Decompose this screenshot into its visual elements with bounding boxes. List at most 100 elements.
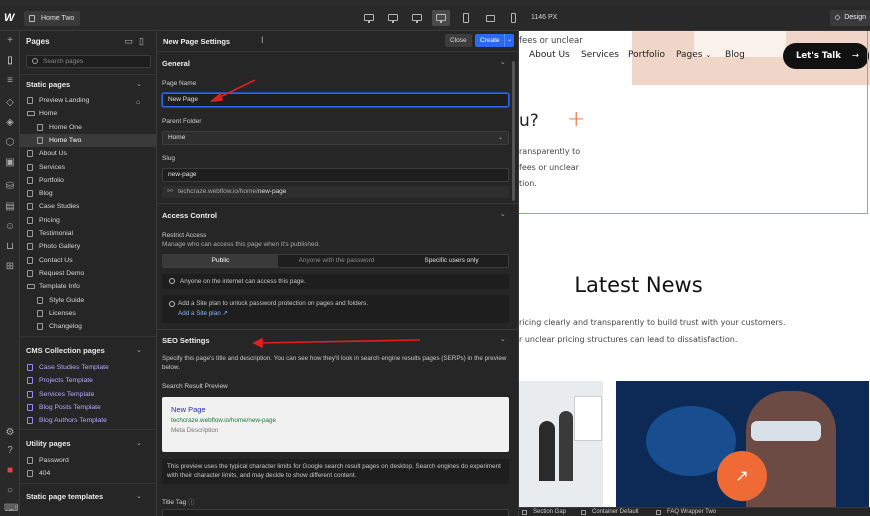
access-control-header[interactable]: Access Control — [162, 211, 217, 220]
cart-icon[interactable]: ⊔ — [4, 241, 16, 253]
seo-settings-header[interactable]: SEO Settings — [162, 336, 210, 345]
webflow-logo-icon[interactable]: W — [4, 11, 18, 25]
page-icon — [37, 309, 43, 317]
access-option-public[interactable]: Public — [163, 255, 278, 267]
utility-pages-header[interactable]: Utility pages ⌄ — [26, 439, 142, 448]
canvas-width-readout: 1146 PX — [531, 14, 558, 21]
page-name-input[interactable]: New Page — [161, 92, 510, 108]
chevron-down-icon[interactable]: ⌄ — [500, 335, 506, 343]
add-elements-icon[interactable]: + — [4, 35, 16, 47]
breakpoint-mobile-button[interactable] — [505, 10, 523, 26]
chevron-down-icon[interactable]: ⌄ — [500, 210, 506, 218]
components-icon[interactable]: ◇ — [4, 97, 16, 109]
search-icon[interactable]: ○ — [4, 485, 16, 497]
keyboard-icon[interactable]: ⌨ — [4, 503, 18, 515]
breakpoint-desktop-medium-button[interactable] — [384, 10, 402, 26]
help-icon[interactable]: ? — [4, 445, 16, 457]
breadcrumb-container-default[interactable]: Container Default — [592, 508, 639, 516]
static-page-item[interactable]: Home Two — [20, 133, 156, 147]
news-image-meeting[interactable] — [519, 381, 603, 516]
access-option-specific-users[interactable]: Specific users only — [394, 255, 509, 267]
current-page-selector[interactable]: Home Two — [24, 11, 81, 26]
static-page-item[interactable]: Testimonial — [20, 227, 156, 240]
cms-pages-header[interactable]: CMS Collection pages ⌄ — [26, 346, 142, 355]
cms-page-item[interactable]: Blog Posts Template — [20, 401, 156, 414]
utility-page-item[interactable]: 404 — [20, 467, 156, 480]
apps-icon[interactable]: ⊞ — [4, 261, 16, 273]
close-button[interactable]: Close — [445, 34, 472, 47]
cms-page-item[interactable]: Services Template — [20, 388, 156, 401]
static-page-item[interactable]: Request Demo — [20, 267, 156, 280]
restrict-access-description: Manage who can access this page when it'… — [162, 241, 321, 248]
title-tag-input[interactable] — [162, 509, 509, 516]
chevron-down-icon: ⌄ — [136, 347, 142, 354]
static-page-item[interactable]: About Us — [20, 147, 156, 160]
new-page-icon[interactable]: ▯ — [139, 36, 150, 46]
settings-scrollbar[interactable] — [512, 61, 515, 201]
utility-pages-header-label: Utility pages — [26, 439, 71, 448]
breakpoint-desktop-large-button[interactable] — [360, 10, 378, 26]
cms-page-item[interactable]: Projects Template — [20, 374, 156, 387]
general-section-header[interactable]: General — [162, 59, 190, 68]
cms-page-item[interactable]: Case Studies Template — [20, 361, 156, 374]
ecommerce-icon[interactable]: ▤ — [4, 201, 16, 213]
website-canvas[interactable]: fees or unclear About Us Services Portfo… — [519, 31, 870, 516]
cms-page-item[interactable]: Blog Authors Template — [20, 414, 156, 427]
page-icon — [37, 296, 43, 304]
upgrade-icon — [169, 301, 175, 307]
chevron-down-icon[interactable]: ⌄ — [504, 34, 514, 47]
breadcrumb-faq-wrapper[interactable]: FAQ Wrapper Two — [667, 508, 716, 516]
navigator-icon[interactable]: ≡ — [4, 75, 16, 87]
static-page-item[interactable]: Blog — [20, 187, 156, 200]
users-icon[interactable]: ☺ — [4, 221, 16, 233]
search-result-preview-card: New Page techcraze.webflow.io/home/new-p… — [162, 397, 509, 452]
designer-topbar: W Home Two 1146 PX Design — [0, 6, 870, 31]
public-access-notice: Anyone on the internet can access this p… — [162, 274, 509, 289]
page-icon — [27, 390, 33, 398]
static-page-item[interactable]: Preview Landing ⌂ — [20, 94, 156, 107]
utility-page-item[interactable]: Password — [20, 454, 156, 467]
settings-gear-icon[interactable]: ⚙ — [4, 427, 16, 439]
assets-icon[interactable]: ▣ — [4, 157, 16, 169]
access-option-password[interactable]: Anyone with the password — [279, 255, 394, 267]
breadcrumb-section-gap[interactable]: Section Gap — [533, 508, 566, 516]
utility-page-item-label: 404 — [39, 470, 51, 478]
breakpoint-desktop-button[interactable] — [408, 10, 426, 26]
record-icon[interactable]: ■ — [4, 465, 16, 477]
breakpoint-base-button[interactable] — [432, 10, 450, 26]
breakpoint-tablet-button[interactable] — [457, 10, 475, 26]
cms-icon[interactable]: ⛁ — [4, 181, 16, 193]
new-folder-icon[interactable]: ▭ — [125, 36, 140, 46]
static-pages-header[interactable]: Static pages ⌄ — [26, 80, 142, 89]
static-page-item[interactable]: Template Info — [20, 280, 156, 293]
variables-icon[interactable]: ◈ — [4, 117, 16, 129]
help-icon[interactable]: ⓘ — [188, 499, 195, 506]
page-url-preview: ⚯ techcraze.webflow.io/home/new-page — [162, 186, 509, 198]
static-page-item[interactable]: Home — [20, 107, 156, 120]
parent-folder-select[interactable]: Home ⌄ — [162, 131, 509, 145]
static-page-item[interactable]: Portfolio — [20, 174, 156, 187]
monitor-icon — [364, 14, 374, 21]
design-mode-button[interactable]: Design — [830, 10, 870, 26]
static-page-item[interactable]: Case Studies — [20, 200, 156, 213]
static-page-item[interactable]: Contact Us — [20, 254, 156, 267]
static-templates-header[interactable]: Static page templates ⌄ — [26, 492, 142, 501]
page-icon — [37, 123, 43, 131]
static-page-item[interactable]: Style Guide — [20, 294, 156, 307]
create-button[interactable]: Create ⌄ — [475, 34, 514, 47]
chevron-down-icon[interactable]: ⌄ — [500, 58, 506, 66]
static-page-item[interactable]: Pricing — [20, 214, 156, 227]
static-page-item[interactable]: Changelog — [20, 320, 156, 333]
styles-icon[interactable]: ⬡ — [4, 137, 16, 149]
pages-icon[interactable]: ▯ — [4, 55, 16, 67]
static-page-item[interactable]: Home One — [20, 121, 156, 134]
static-page-item[interactable]: Licenses — [20, 307, 156, 320]
search-pages-input[interactable]: Search pages — [26, 55, 151, 68]
static-page-item[interactable]: Services — [20, 161, 156, 174]
arrow-up-right-icon[interactable]: ↗ — [717, 451, 767, 501]
breakpoint-mobile-landscape-button[interactable] — [481, 10, 499, 26]
add-site-plan-link[interactable]: Add a Site plan ↗ — [178, 310, 228, 317]
static-page-item-label: Request Demo — [39, 269, 85, 277]
static-page-item[interactable]: Photo Gallery — [20, 240, 156, 253]
slug-input[interactable]: new-page — [162, 168, 509, 182]
